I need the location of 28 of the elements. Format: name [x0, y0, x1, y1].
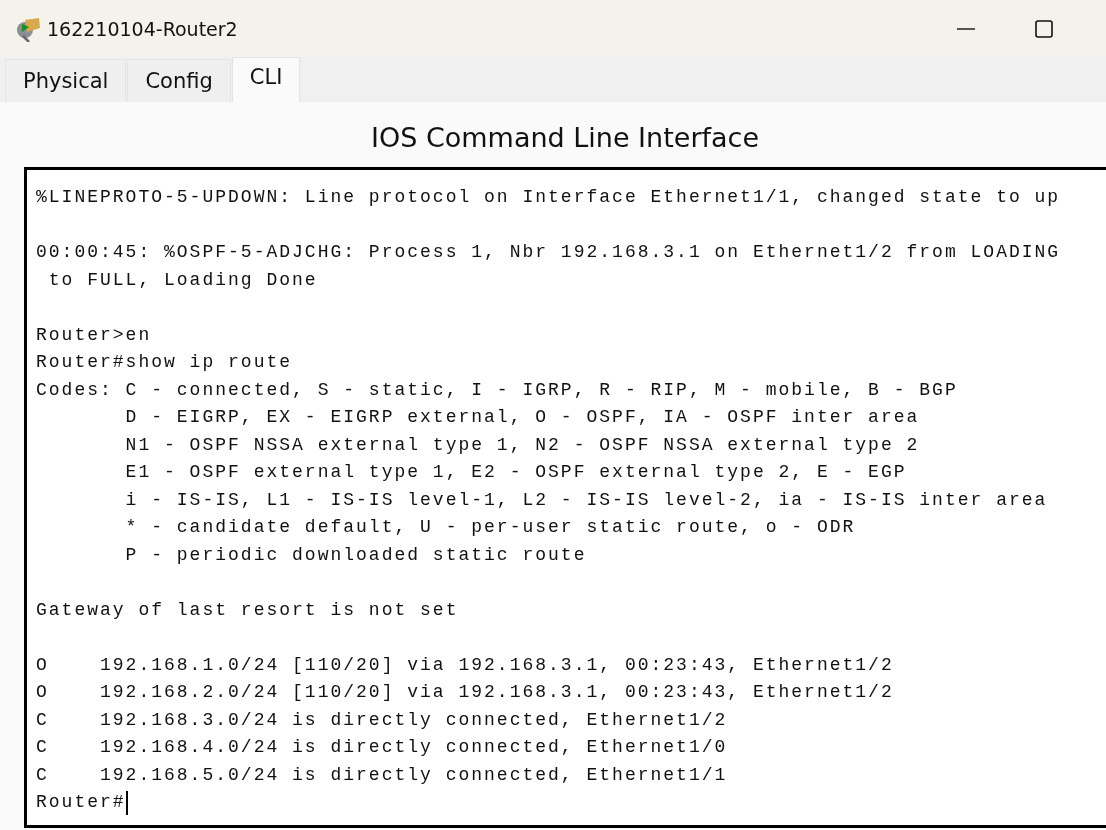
- router-icon: [15, 15, 41, 42]
- console-line: N1 - OSPF NSSA external type 1, N2 - OSPF NSSA external type 2: [124, 433, 921, 457]
- console-line: C 192.168.4.0/24 is directly connected, Ethernet1/0: [36, 736, 729, 759]
- tab[interactable]: Physical: [5, 59, 127, 102]
- console-line: O 192.168.1.0/24 [110/20] via 192.168.3.1, 00:23:43, Ethernet1/2: [36, 653, 895, 677]
- console-line: O 192.168.2.0/24 [110/20] via 192.168.3.1, 00:23:43, Ethernet1/2: [36, 681, 895, 704]
- console-line: E1 - OSPF external type 1, E2 - OSPF external type 2, E - EGP: [124, 461, 908, 484]
- tab[interactable]: CLI: [231, 57, 301, 102]
- console-line: Router>en: [36, 323, 153, 347]
- console-line: Codes: C - connected, S - static, I - IGRP, R - RIP, M - mobile, B - BGP: [36, 378, 959, 402]
- console-line: Gateway of last resort is not set: [36, 598, 460, 622]
- console-line: i - IS-IS, L1 - IS-IS level-1, L2 - IS-IS level-2, ia - IS-IS inter area: [124, 488, 1049, 512]
- text-cursor: [125, 790, 128, 815]
- console-line: %LINEPROTO-5-UPDOWN: Line protocol on Interface Ethernet1/1, changed state to up: [36, 186, 1062, 209]
- console-line: to FULL, Loading Done: [47, 268, 319, 292]
- console-line: D - EIGRP, EX - EIGRP external, O - OSPF, IA - OSPF inter area: [124, 406, 921, 429]
- console-line: P - periodic downloaded static route: [124, 543, 588, 567]
- tab[interactable]: Config: [127, 59, 231, 102]
- maximize-icon[interactable]: [1034, 18, 1054, 39]
- console-line: * - candidate default, U - per-user static route, o - ODR: [124, 516, 857, 539]
- console-line: C 192.168.5.0/24 is directly connected, Ethernet1/1: [36, 763, 729, 787]
- console-panel[interactable]: [24, 167, 1106, 828]
- console-line: C 192.168.3.0/24 is directly connected, Ethernet1/2: [36, 708, 729, 732]
- console-line: Router#show ip route: [36, 351, 294, 374]
- console-prompt: Router#: [36, 791, 126, 814]
- panel-heading: IOS Command Line Interface: [370, 121, 760, 155]
- console-line: 00:00:45: %OSPF-5-ADJCHG: Process 1, Nbr 192.168.3.1 on Ethernet1/2 from LOADING: [36, 241, 1062, 264]
- window-title: 162210104-Router2: [47, 17, 238, 40]
